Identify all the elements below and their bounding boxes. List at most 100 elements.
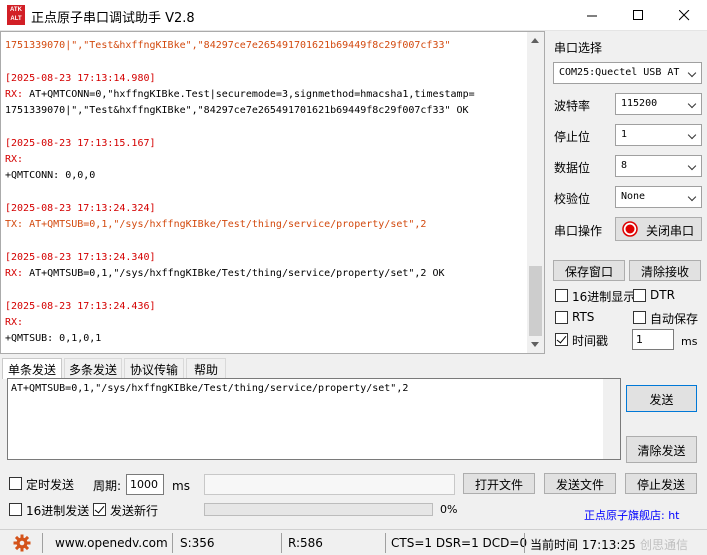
website-link[interactable]: www.openedv.com [55, 534, 168, 553]
receive-area[interactable]: 1751339070|","Test&hxffngKIBke","84297ce… [0, 31, 545, 354]
rts-label: RTS [572, 310, 595, 324]
chevron-down-icon [687, 192, 697, 202]
receive-line: TX: AT+QMTSUB=0,1,"/sys/hxffngKIBke/Test… [5, 219, 427, 231]
receive-line: RX: [5, 317, 24, 329]
hex-send-label: 16进制发送 [26, 504, 90, 518]
databits-select-value: 8 [621, 160, 628, 171]
receive-scrollbar[interactable] [527, 32, 544, 353]
parity-select[interactable]: None [615, 186, 702, 208]
auto-save-label: 自动保存 [650, 312, 699, 326]
stopbits-select[interactable]: 1 [615, 124, 702, 146]
send-file-button[interactable]: 发送文件 [544, 473, 616, 494]
timestamp-label: 时间戳 [572, 334, 609, 348]
scroll-thumb[interactable] [529, 266, 542, 336]
tab-3[interactable]: 帮助 [186, 358, 226, 378]
save-window-button[interactable]: 保存窗口 [553, 260, 625, 281]
receive-line: 1751339070|","Test&hxffngKIBke","84297ce… [5, 40, 451, 51]
receive-line: RX: AT+QMTSUB=0,1,"/sys/hxffngKIBke/Test… [5, 266, 525, 282]
open-file-button[interactable]: 打开文件 [463, 473, 535, 494]
receive-line: RX: [5, 154, 24, 166]
current-time: 当前时间 17:13:25 [530, 538, 636, 552]
receive-line [5, 282, 525, 298]
status-separator [172, 533, 173, 553]
line-status: CTS=1 DSR=1 DCD=0 [391, 536, 528, 550]
port-status-icon [622, 221, 638, 237]
store-link[interactable]: 正点原子旗舰店: ht [584, 507, 680, 523]
timed-send-label: 定时发送 [26, 478, 75, 492]
status-separator [42, 533, 43, 553]
send-text: AT+QMTSUB=0,1,"/sys/hxffngKIBke/Test/thi… [11, 383, 409, 394]
minimize-icon [587, 15, 597, 17]
stopbits-label: 停止位 [554, 130, 591, 144]
stop-send-button[interactable]: 停止发送 [625, 473, 697, 494]
send-button[interactable]: 发送 [626, 385, 697, 412]
open-file-label: 打开文件 [474, 478, 523, 492]
receive-line: [2025-08-23 17:13:14.980] [5, 72, 156, 84]
title-bar: ATK ALT 正点原子串口调试助手 V2.8 [0, 0, 707, 31]
receive-line: RX: AT+QMTCONN=0,"hxffngKIBke.Test|secur… [5, 87, 525, 103]
tab-0[interactable]: 单条发送 [2, 358, 62, 379]
port-operation-label: 串口操作 [554, 224, 603, 238]
databits-select[interactable]: 8 [615, 155, 702, 177]
timed-send-checkbox[interactable] [9, 477, 22, 490]
timestamp-interval-input[interactable]: 1 [632, 329, 674, 350]
tab-2[interactable]: 协议传输 [124, 358, 184, 378]
rts-checkbox[interactable] [555, 311, 568, 324]
send-button-label: 发送 [649, 393, 674, 407]
send-progress-bar [204, 503, 433, 516]
close-icon [679, 10, 690, 21]
clear-receive-label: 清除接收 [640, 265, 689, 279]
close-button[interactable] [661, 0, 707, 31]
hex-display-checkbox[interactable] [555, 289, 568, 302]
timestamp-checkbox[interactable] [555, 333, 568, 346]
period-value: 1000 [130, 478, 158, 491]
maximize-button[interactable] [615, 0, 661, 31]
parity-select-value: None [621, 191, 646, 202]
status-bar: www.openedv.com S:356 R:586 CTS=1 DSR=1 … [0, 529, 707, 555]
receive-line: 1751339070|","Test&hxffngKIBke","84297ce… [5, 105, 469, 117]
send-file-label: 发送文件 [555, 478, 604, 492]
port-select-label: 串口选择 [554, 41, 603, 55]
auto-save-checkbox[interactable] [633, 311, 646, 324]
hex-send-checkbox[interactable] [9, 503, 22, 516]
scroll-down-icon[interactable] [531, 342, 539, 347]
sent-count: S:356 [180, 536, 215, 550]
alientek-logo-icon: ATK ALT [7, 5, 25, 25]
send-newline-checkbox[interactable] [93, 503, 106, 516]
save-window-label: 保存窗口 [564, 265, 613, 279]
scroll-up-icon[interactable] [531, 38, 539, 43]
status-separator [385, 533, 386, 553]
chevron-down-icon [687, 130, 697, 140]
receive-line-prefix: RX: [5, 268, 30, 280]
clear-send-button[interactable]: 清除发送 [626, 436, 697, 463]
send-newline-label: 发送新行 [110, 504, 159, 518]
receive-line: +QMTCONN: 0,0,0 [5, 170, 96, 182]
dtr-checkbox[interactable] [633, 289, 646, 302]
clear-receive-button[interactable]: 清除接收 [629, 260, 701, 281]
port-select[interactable]: COM25:Quectel USB AT [553, 62, 702, 84]
receive-log: 1751339070|","Test&hxffngKIBke","84297ce… [5, 38, 525, 348]
gear-icon[interactable] [13, 534, 31, 552]
parity-label: 校验位 [554, 192, 591, 206]
stop-send-label: 停止发送 [636, 478, 685, 492]
close-port-button[interactable]: 关闭串口 [615, 217, 702, 241]
minimize-button[interactable] [569, 0, 615, 31]
period-input[interactable]: 1000 [126, 474, 164, 495]
send-input[interactable]: AT+QMTSUB=0,1,"/sys/hxffngKIBke/Test/thi… [7, 378, 621, 460]
databits-label: 数据位 [554, 161, 591, 175]
baud-select-value: 115200 [621, 98, 658, 109]
chevron-down-icon [687, 161, 697, 171]
port-select-value: COM25:Quectel USB AT [559, 67, 680, 78]
send-progress-text: 0% [440, 503, 458, 516]
window-title: 正点原子串口调试助手 V2.8 [31, 11, 195, 26]
send-scrollbar[interactable] [603, 379, 620, 459]
baud-select[interactable]: 115200 [615, 93, 702, 115]
tab-1[interactable]: 多条发送 [64, 358, 122, 378]
stopbits-select-value: 1 [621, 129, 628, 140]
receive-line: [2025-08-23 17:13:15.167] [5, 137, 156, 149]
hex-display-label: 16进制显示 [572, 290, 636, 304]
receive-line-prefix: RX: [5, 88, 30, 100]
file-path-field[interactable] [204, 474, 455, 495]
watermark: 创思通信 [640, 538, 689, 552]
receive-line [5, 119, 525, 135]
